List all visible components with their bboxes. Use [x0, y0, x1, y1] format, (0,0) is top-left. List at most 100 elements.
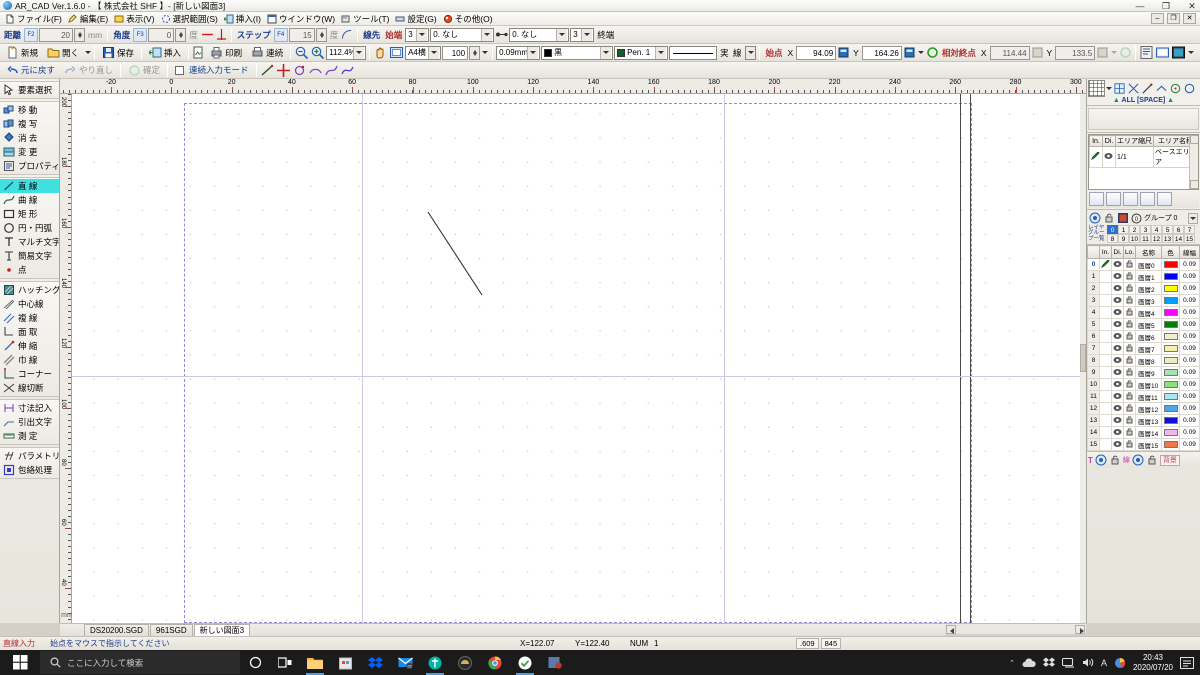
arc-point-icon[interactable] [292, 63, 307, 78]
layer-index[interactable]: 15 [1087, 438, 1100, 451]
sidebar-item-envelope[interactable]: 包絡処理 [0, 463, 59, 477]
ime-icon[interactable]: A [1101, 658, 1107, 668]
layer-di-cell[interactable] [1111, 414, 1124, 427]
sidebar-item-rectangle[interactable]: 矩 形 [0, 207, 59, 221]
undo-button[interactable]: 元に戻す [2, 63, 59, 78]
layer-color-cell[interactable] [1161, 378, 1180, 391]
chevron-down-icon[interactable] [556, 28, 568, 41]
color-combo[interactable]: 黒 [541, 45, 614, 60]
zoom-combo[interactable]: 112.4% [326, 45, 367, 60]
distance-fkey-badge[interactable]: F2 [24, 27, 39, 42]
layer-di-cell[interactable] [1111, 318, 1124, 331]
layer-lo-cell[interactable] [1122, 318, 1137, 331]
grid-snap-icon[interactable] [1088, 80, 1105, 97]
layer-color-cell[interactable] [1161, 426, 1180, 439]
layer-index[interactable]: 9 [1087, 366, 1100, 379]
dropbox-icon[interactable] [360, 650, 390, 675]
search-input[interactable]: ここに入力して検索 [40, 651, 240, 674]
layer-index[interactable]: 7 [1087, 342, 1100, 355]
document-tab[interactable]: 961SGD [149, 624, 193, 636]
crosshair-icon[interactable] [276, 63, 291, 78]
curve-a-icon[interactable] [324, 63, 339, 78]
layer-color-icon[interactable] [1117, 212, 1129, 224]
layer-color-cell[interactable] [1161, 390, 1180, 403]
volume-icon[interactable] [1082, 657, 1094, 668]
layer-di-cell[interactable] [1111, 282, 1124, 295]
absolute-coord-icon[interactable] [926, 46, 939, 59]
scroll-right-button[interactable] [1075, 624, 1085, 634]
table-row[interactable]: 15 画層15 0.09 [1087, 438, 1200, 451]
menu-item-window[interactable]: ウインドウ(W) [264, 12, 338, 25]
layer-group-number[interactable]: 8 [1107, 234, 1118, 243]
continuous-input-mode-checkbox[interactable]: 連続入力モード [171, 63, 253, 78]
image-settings-dropdown[interactable] [1187, 46, 1194, 60]
text-visible-icon[interactable] [1095, 454, 1107, 466]
sidebar-item-dimension[interactable]: 寸法記入 [0, 401, 59, 415]
layer-width-cell[interactable]: 0.09 [1179, 342, 1200, 355]
layer-in-cell[interactable] [1099, 258, 1112, 271]
layer-lo-cell[interactable] [1122, 306, 1137, 319]
zoom-in-icon[interactable] [310, 45, 325, 60]
fit-page-icon[interactable] [389, 45, 404, 60]
curve-b-icon[interactable] [340, 63, 355, 78]
horizontal-scrollbar[interactable] [945, 623, 1086, 634]
sidebar-item-line[interactable]: 直 線 [0, 179, 59, 193]
layer-in-cell[interactable] [1099, 438, 1112, 451]
layer-in-cell[interactable] [1099, 270, 1112, 283]
layer-di-cell[interactable] [1111, 342, 1124, 355]
layer-di-cell[interactable] [1111, 366, 1124, 379]
arcad-icon[interactable] [510, 650, 540, 675]
layer-lo-cell[interactable] [1122, 342, 1137, 355]
chevron-down-icon[interactable] [416, 28, 428, 41]
layer-width-cell[interactable]: 0.09 [1179, 426, 1200, 439]
scroll-left-button[interactable] [946, 624, 956, 634]
layer-width-cell[interactable]: 0.09 [1179, 414, 1200, 427]
area-scale-cell[interactable]: 1/1 [1115, 146, 1154, 168]
document-tab[interactable]: DS20200.SGD [84, 624, 149, 636]
line-style-preview[interactable] [669, 45, 718, 60]
start-x-input[interactable]: 94.09 [796, 45, 837, 60]
layer-name-cell[interactable]: 画層6 [1135, 330, 1162, 343]
layer-index[interactable]: 12 [1087, 402, 1100, 415]
windows-start-icon[interactable] [0, 650, 40, 675]
start-tip-number[interactable]: 3 [405, 27, 430, 42]
sidebar-item-width-line[interactable]: 巾 線 [0, 353, 59, 367]
layer-color-cell[interactable] [1161, 366, 1180, 379]
redo-button[interactable]: やり直し [60, 63, 117, 78]
table-row[interactable]: 12 画層12 0.09 [1087, 402, 1200, 415]
table-row[interactable]: 6 画層6 0.09 [1087, 330, 1200, 343]
line-style-dropdown[interactable] [745, 45, 757, 60]
layer-in-cell[interactable] [1099, 402, 1112, 415]
layer-lo-cell[interactable] [1122, 258, 1137, 271]
layer-width-cell[interactable]: 0.09 [1179, 378, 1200, 391]
layer-name-cell[interactable]: 画層4 [1135, 306, 1162, 319]
layer-lo-cell[interactable] [1122, 294, 1137, 307]
onedrive-icon[interactable] [1022, 658, 1036, 668]
area-table[interactable]: In. Di. エリア縮尺 エリア名称 1/1 ベースエリア [1088, 134, 1199, 190]
line-width-combo[interactable]: 0.09mm [496, 45, 541, 60]
table-row[interactable]: 10 画層10 0.09 [1087, 378, 1200, 391]
scroll-up-button[interactable] [1190, 135, 1198, 144]
table-row[interactable]: 4 画層4 0.09 [1087, 306, 1200, 319]
zoom-out-icon[interactable] [294, 45, 309, 60]
layer-width-cell[interactable]: 0.09 [1179, 438, 1200, 451]
layer-di-cell[interactable] [1111, 402, 1124, 415]
start-y-input[interactable]: 164.26 [861, 45, 902, 60]
layer-group-number[interactable]: 9 [1118, 234, 1129, 243]
layer-in-cell[interactable] [1099, 282, 1112, 295]
layer-color-cell[interactable] [1161, 414, 1180, 427]
layer-group-number[interactable]: 0 [1107, 225, 1118, 234]
sidebar-item-line-cut[interactable]: 線切断 [0, 381, 59, 395]
color-icon[interactable] [1114, 657, 1126, 669]
layer-name-cell[interactable]: 画層14 [1135, 426, 1162, 439]
layer-group-numbers[interactable]: 0 1 2 3 4 5 6 7 8 9 10 11 12 13 14 15 [1107, 225, 1199, 243]
layer-name-cell[interactable]: 画層15 [1135, 438, 1162, 451]
layer-table[interactable]: In. Di. Lo. 名称 色 線幅 0 画層0 0.09 1 画層1 0.09 2 画層2… [1087, 245, 1200, 451]
endpoint-snap-icon[interactable] [1141, 82, 1154, 95]
layer-group-number[interactable]: 11 [1140, 234, 1151, 243]
end-y-input[interactable]: 133.5 [1055, 45, 1096, 60]
chevron-down-icon[interactable] [581, 28, 593, 41]
table-row[interactable]: 1/1 ベースエリア [1089, 146, 1198, 168]
step-spinner[interactable] [315, 27, 327, 42]
layer-name-cell[interactable]: 画層7 [1135, 342, 1162, 355]
